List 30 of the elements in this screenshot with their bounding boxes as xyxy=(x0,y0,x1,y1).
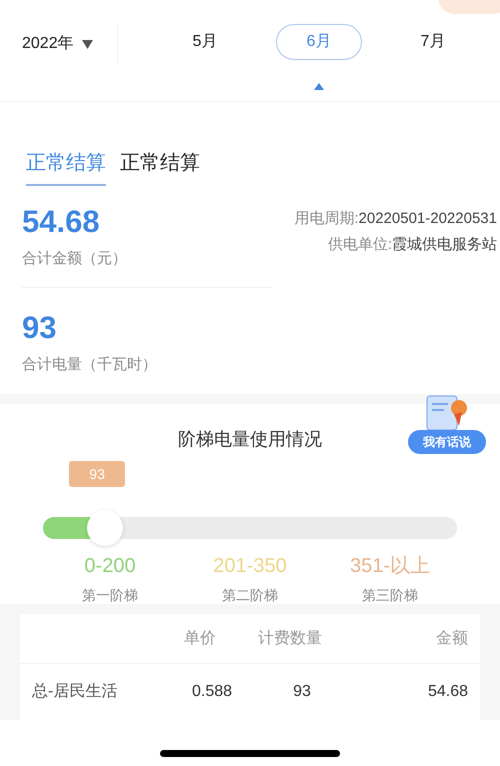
column-header: 金额 xyxy=(436,628,468,648)
settlement-tab[interactable]: 正常结算 xyxy=(26,148,106,186)
tier-name: 第一阶梯 xyxy=(82,586,138,605)
column-header: 单价 xyxy=(184,628,216,648)
amount-value: 54.68 xyxy=(22,204,101,240)
tier-name: 第二阶梯 xyxy=(222,586,278,605)
settlement-tab[interactable]: 正常结算 xyxy=(120,148,200,186)
tier-name: 第三阶梯 xyxy=(362,586,418,605)
month-tab[interactable]: 7月 xyxy=(390,24,476,60)
month-tab[interactable]: 6月 xyxy=(276,24,362,60)
table-cell-text: 93 xyxy=(293,682,311,702)
tier-range: 201-350 xyxy=(213,554,287,579)
table-cell-text: 54.68 xyxy=(428,682,468,702)
supplier-text: 供电单位:霞城供电服务站 xyxy=(328,235,497,255)
pointer-icon xyxy=(314,83,324,90)
tier-range: 0-200 xyxy=(84,554,136,579)
period-text: 用电周期:20220501-20220531 xyxy=(294,209,497,229)
usage-label: 合计电量（千瓦时） xyxy=(22,354,158,374)
table-cell-text: 总-居民生活 xyxy=(32,682,118,702)
year-picker[interactable]: 2022年 xyxy=(0,24,118,64)
caret-icon xyxy=(82,40,93,48)
usage-value: 93 xyxy=(22,310,58,346)
tier-range: 351-以上 xyxy=(350,554,430,579)
column-header: 计费数量 xyxy=(258,628,322,648)
value-bubble: 93 xyxy=(69,461,126,487)
slider-thumb[interactable] xyxy=(87,510,124,546)
amount-label: 合计金额（元） xyxy=(22,249,128,269)
table-cell-text: 0.588 xyxy=(192,682,232,702)
month-tab[interactable]: 5月 xyxy=(162,24,248,60)
section-title: 阶梯电量使用情况 xyxy=(178,428,322,451)
